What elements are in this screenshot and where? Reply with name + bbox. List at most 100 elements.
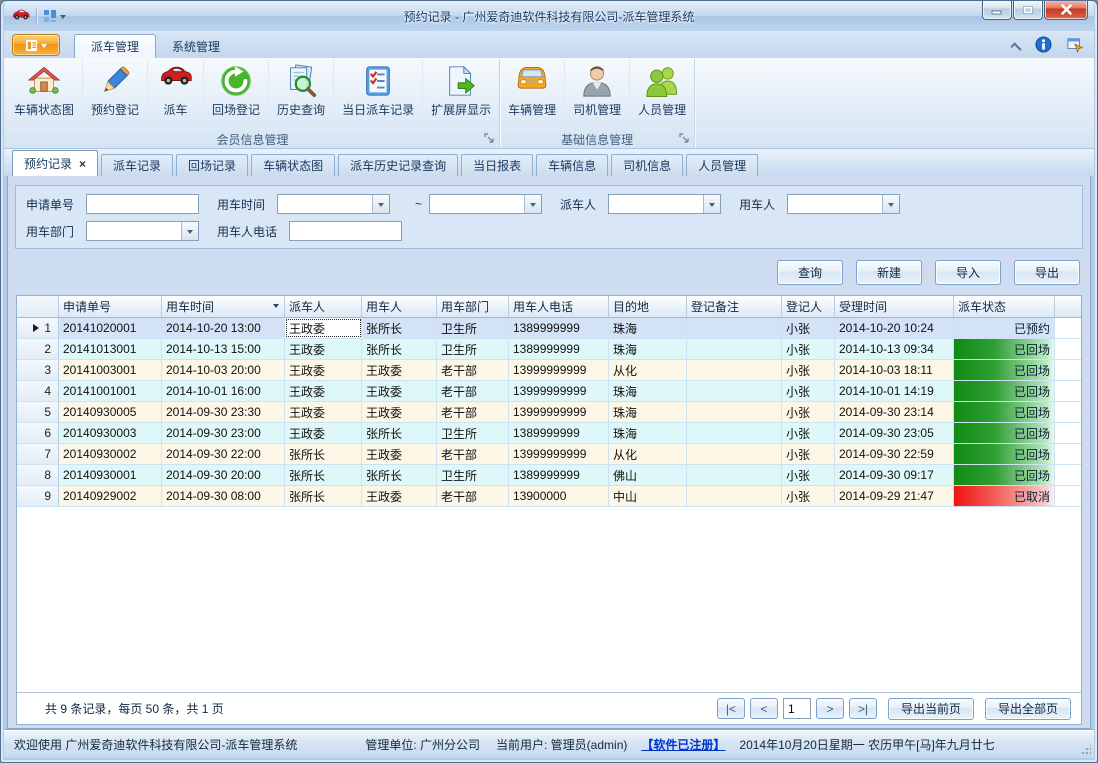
cell[interactable]: 老干部 bbox=[437, 486, 509, 506]
cell[interactable]: 王政委 bbox=[362, 360, 437, 380]
request-no-input[interactable] bbox=[86, 194, 199, 214]
table-row[interactable]: 7201409300022014-09-30 22:00张所长王政委老干部139… bbox=[17, 444, 1081, 465]
cell[interactable]: 2014-09-30 23:05 bbox=[835, 423, 954, 443]
cell[interactable] bbox=[687, 486, 782, 506]
table-row[interactable]: 4201410010012014-10-01 16:00王政委王政委老干部139… bbox=[17, 381, 1081, 402]
use-time-from-select[interactable] bbox=[277, 194, 390, 214]
column-header-9[interactable]: 登记人 bbox=[782, 296, 835, 318]
close-tab-icon[interactable]: × bbox=[79, 158, 86, 170]
cell[interactable]: 从化 bbox=[609, 360, 687, 380]
next-page-button[interactable]: > bbox=[816, 698, 844, 719]
cell[interactable]: 20141001001 bbox=[59, 381, 162, 401]
export-current-page-button[interactable]: 导出当前页 bbox=[888, 698, 974, 720]
cell[interactable]: 珠海 bbox=[609, 402, 687, 422]
cell[interactable]: 小张 bbox=[782, 360, 835, 380]
table-row[interactable]: 1201410200012014-10-20 13:00王政委张所长卫生所138… bbox=[17, 318, 1081, 339]
cell[interactable]: 2014-09-30 23:00 bbox=[162, 423, 285, 443]
ribbon-collapse-icon[interactable] bbox=[1010, 42, 1021, 53]
dispatcher-select[interactable] bbox=[608, 194, 721, 214]
info-icon[interactable] bbox=[1035, 36, 1052, 56]
new-button[interactable]: 新建 bbox=[856, 260, 922, 285]
tab-system-management[interactable]: 系统管理 bbox=[156, 34, 236, 58]
maximize-button[interactable] bbox=[1013, 0, 1043, 20]
dropdown-button[interactable] bbox=[181, 222, 198, 240]
cell[interactable]: 中山 bbox=[609, 486, 687, 506]
cell[interactable]: 张所长 bbox=[362, 423, 437, 443]
cell[interactable]: 20140930005 bbox=[59, 402, 162, 422]
cell[interactable]: 2014-10-20 13:00 bbox=[162, 318, 285, 338]
department-select[interactable] bbox=[86, 221, 199, 241]
cell[interactable]: 2014-10-13 15:00 bbox=[162, 339, 285, 359]
row-indicator-header[interactable] bbox=[17, 296, 59, 318]
export-button[interactable]: 导出 bbox=[1014, 260, 1080, 285]
cell[interactable]: 小张 bbox=[782, 339, 835, 359]
app-menu-button[interactable] bbox=[12, 34, 60, 56]
user-phone-input[interactable] bbox=[289, 221, 402, 241]
minimize-button[interactable] bbox=[982, 0, 1012, 20]
cell[interactable]: 张所长 bbox=[285, 444, 362, 464]
cell[interactable]: 王政委 bbox=[362, 444, 437, 464]
column-header-6[interactable]: 用车人电话 bbox=[509, 296, 609, 318]
vehicle-status-chart-button[interactable]: 车辆状态图 bbox=[6, 59, 83, 130]
cell[interactable]: 2014-09-30 23:30 bbox=[162, 402, 285, 422]
close-button[interactable] bbox=[1044, 0, 1088, 20]
cell[interactable]: 卫生所 bbox=[437, 465, 509, 485]
column-header-2[interactable]: 用车时间 bbox=[162, 296, 285, 318]
cell[interactable]: 从化 bbox=[609, 444, 687, 464]
cell[interactable]: 张所长 bbox=[362, 339, 437, 359]
cell[interactable]: 卫生所 bbox=[437, 423, 509, 443]
table-row[interactable]: 6201409300032014-09-30 23:00王政委张所长卫生所138… bbox=[17, 423, 1081, 444]
cell[interactable] bbox=[687, 423, 782, 443]
cell[interactable]: 2014-10-03 20:00 bbox=[162, 360, 285, 380]
cell[interactable] bbox=[687, 318, 782, 338]
cell[interactable]: 2014-09-30 22:00 bbox=[162, 444, 285, 464]
cell[interactable]: 张所长 bbox=[285, 465, 362, 485]
cell[interactable]: 王政委 bbox=[362, 486, 437, 506]
dialog-launcher-icon[interactable] bbox=[679, 133, 690, 144]
tab-dispatch-records[interactable]: 派车记录 bbox=[101, 154, 173, 176]
driver-management-button[interactable]: 司机管理 bbox=[565, 59, 630, 130]
column-header-8[interactable]: 登记备注 bbox=[687, 296, 782, 318]
page-number-input[interactable] bbox=[783, 698, 811, 719]
cell[interactable]: 张所长 bbox=[362, 465, 437, 485]
tab-dispatch-history-query[interactable]: 派车历史记录查询 bbox=[338, 154, 458, 176]
cell[interactable]: 小张 bbox=[782, 402, 835, 422]
tab-dispatch-management[interactable]: 派车管理 bbox=[74, 34, 156, 58]
cell[interactable]: 13999999999 bbox=[509, 402, 609, 422]
cell[interactable]: 20141020001 bbox=[59, 318, 162, 338]
tab-vehicle-status-chart[interactable]: 车辆状态图 bbox=[251, 154, 335, 176]
cell[interactable]: 小张 bbox=[782, 465, 835, 485]
column-header-1[interactable]: 申请单号 bbox=[59, 296, 162, 318]
cell[interactable]: 20140930001 bbox=[59, 465, 162, 485]
cell[interactable]: 小张 bbox=[782, 381, 835, 401]
table-row[interactable]: 9201409290022014-09-30 08:00张所长王政委老干部139… bbox=[17, 486, 1081, 507]
filter-dropdown-icon[interactable] bbox=[273, 304, 279, 311]
column-header-4[interactable]: 用车人 bbox=[362, 296, 437, 318]
cell[interactable]: 20141013001 bbox=[59, 339, 162, 359]
column-header-3[interactable]: 派车人 bbox=[285, 296, 362, 318]
cell[interactable]: 老干部 bbox=[437, 381, 509, 401]
cell[interactable]: 张所长 bbox=[285, 486, 362, 506]
layout-icon[interactable] bbox=[43, 9, 66, 23]
dialog-launcher-icon[interactable] bbox=[484, 133, 495, 144]
cell[interactable]: 2014-10-01 14:19 bbox=[835, 381, 954, 401]
table-row[interactable]: 3201410030012014-10-03 20:00王政委王政委老干部139… bbox=[17, 360, 1081, 381]
cell[interactable]: 2014-10-03 18:11 bbox=[835, 360, 954, 380]
dispatch-button[interactable]: 派车 bbox=[148, 59, 204, 130]
cell[interactable] bbox=[687, 402, 782, 422]
cell[interactable]: 2014-09-30 09:17 bbox=[835, 465, 954, 485]
column-header-5[interactable]: 用车部门 bbox=[437, 296, 509, 318]
cell[interactable]: 小张 bbox=[782, 423, 835, 443]
today-dispatch-records-button[interactable]: 当日派车记录 bbox=[334, 59, 423, 130]
skin-style-icon[interactable] bbox=[1066, 37, 1084, 56]
license-link[interactable]: 【软件已注册】 bbox=[641, 736, 725, 753]
cell[interactable]: 老干部 bbox=[437, 444, 509, 464]
reservation-register-button[interactable]: 预约登记 bbox=[83, 59, 148, 130]
cell[interactable]: 卫生所 bbox=[437, 339, 509, 359]
dropdown-button[interactable] bbox=[703, 195, 720, 213]
cell[interactable]: 1389999999 bbox=[509, 318, 609, 338]
cell[interactable]: 王政委 bbox=[285, 339, 362, 359]
dropdown-button[interactable] bbox=[882, 195, 899, 213]
column-header-11[interactable]: 派车状态 bbox=[954, 296, 1055, 318]
tab-personnel-management[interactable]: 人员管理 bbox=[686, 154, 758, 176]
